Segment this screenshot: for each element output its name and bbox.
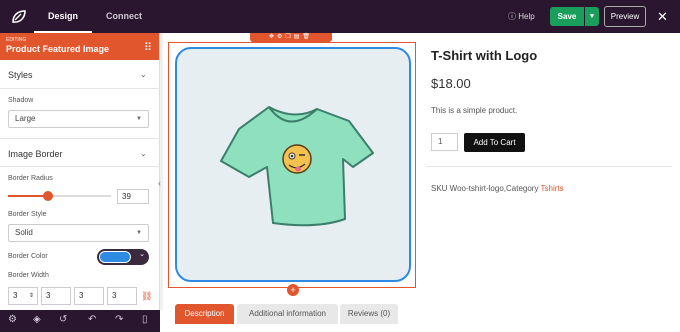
move-icon[interactable]: ✥ <box>269 34 277 40</box>
styles-section-toggle[interactable]: Styles <box>8 70 33 80</box>
divider <box>0 138 160 139</box>
border-style-select[interactable]: Solid ▼ <box>8 224 149 242</box>
border-width-right-input[interactable]: 3 <box>41 287 71 305</box>
product-meta: SKU Woo-tshirt-logo,Category Tshirts <box>431 184 564 193</box>
product-description: This is a simple product. <box>431 106 518 115</box>
help-button[interactable]: ⓘ Help <box>508 0 535 33</box>
shadow-value: Large <box>15 114 36 123</box>
tab-design[interactable]: Design <box>33 0 93 33</box>
block-title: Product Featured Image <box>6 44 110 54</box>
shadow-label: Shadow <box>8 97 34 104</box>
tab-connect[interactable]: Connect <box>106 0 142 33</box>
border-color-picker[interactable]: ⌄ <box>97 249 149 265</box>
border-width-label: Border Width <box>8 272 49 279</box>
collapse-sidebar-icon[interactable]: ‹ <box>158 178 161 188</box>
divider <box>426 166 672 167</box>
save-options-button[interactable]: ▼ <box>585 7 599 26</box>
tab-reviews[interactable]: Reviews (0) <box>340 304 398 324</box>
shadow-select[interactable]: Large ▼ <box>8 110 149 128</box>
image-border-section-toggle[interactable]: Image Border <box>8 149 63 159</box>
top-bar: Design Connect ⓘ Help Save ▼ Preview ✕ <box>0 0 680 33</box>
border-color-label: Border Color <box>8 253 48 260</box>
history-icon[interactable]: ↺ <box>59 314 67 325</box>
product-title: T-Shirt with Logo <box>431 48 538 63</box>
caret-down-icon: ▼ <box>136 116 142 122</box>
border-style-value: Solid <box>15 228 33 237</box>
preview-button[interactable]: Preview <box>604 6 646 27</box>
trash-icon[interactable]: 🗑 <box>302 34 313 40</box>
caret-down-icon: ▼ <box>136 230 142 236</box>
grid-icon[interactable]: ⠿ <box>144 41 152 54</box>
stepper-icon[interactable]: ⇕ <box>29 288 34 304</box>
tshirt-image <box>220 106 374 227</box>
border-radius-slider[interactable] <box>8 191 111 201</box>
tab-description[interactable]: Description <box>175 304 234 324</box>
chevron-down-icon[interactable]: ⌄ <box>140 70 147 79</box>
bottom-toolbar: ⚙ ◈ ↺ ↶ ↷ ▯ <box>0 310 160 332</box>
layers-icon[interactable]: ◈ <box>33 314 41 325</box>
sidebar-scrollbar[interactable] <box>160 33 163 310</box>
close-icon[interactable]: ✕ <box>657 0 668 33</box>
block-toolbar[interactable]: ✥⚙❐▤🗑 <box>250 33 332 42</box>
border-width-top-input[interactable]: 3 ⇕ <box>8 287 38 305</box>
chevron-down-icon: ⌄ <box>139 251 145 258</box>
editing-label: EDITING <box>6 37 27 43</box>
caret-down-icon: ▼ <box>588 13 596 20</box>
link-icon[interactable]: ⛓ <box>141 291 152 302</box>
save-button[interactable]: Save <box>550 7 584 26</box>
divider <box>0 166 160 167</box>
sidebar-header: EDITING Product Featured Image ⠿ <box>0 33 159 60</box>
color-swatch <box>99 251 131 263</box>
category-link[interactable]: Tshirts <box>541 184 564 193</box>
border-radius-label: Border Radius <box>8 175 53 182</box>
chevron-down-icon[interactable]: ⌄ <box>140 149 147 158</box>
border-width-left-input[interactable]: 3 <box>107 287 137 305</box>
gear-icon[interactable]: ⚙ <box>8 314 17 325</box>
copy-icon[interactable]: ❐ <box>285 34 293 40</box>
help-label: Help <box>518 12 535 21</box>
help-icon: ⓘ <box>508 12 516 21</box>
redo-icon[interactable]: ↷ <box>115 314 123 325</box>
undo-icon[interactable]: ↶ <box>88 314 96 325</box>
mobile-preview-icon[interactable]: ▯ <box>142 314 148 325</box>
border-radius-input[interactable]: 39 <box>117 189 149 204</box>
tab-additional-information[interactable]: Additional information <box>237 304 338 324</box>
quantity-input[interactable]: 1 <box>431 133 458 151</box>
add-to-cart-button[interactable]: Add To Cart <box>464 133 525 152</box>
sku-text: SKU Woo-tshirt-logo,Category <box>431 184 539 193</box>
slider-fill <box>8 195 49 197</box>
border-style-label: Border Style <box>8 211 47 218</box>
seedprod-logo-icon <box>12 10 26 23</box>
border-width-bottom-input[interactable]: 3 <box>74 287 104 305</box>
add-block-button[interactable]: + <box>287 284 299 296</box>
product-featured-image[interactable] <box>175 47 411 282</box>
divider <box>0 88 160 89</box>
product-price: $18.00 <box>431 76 471 91</box>
